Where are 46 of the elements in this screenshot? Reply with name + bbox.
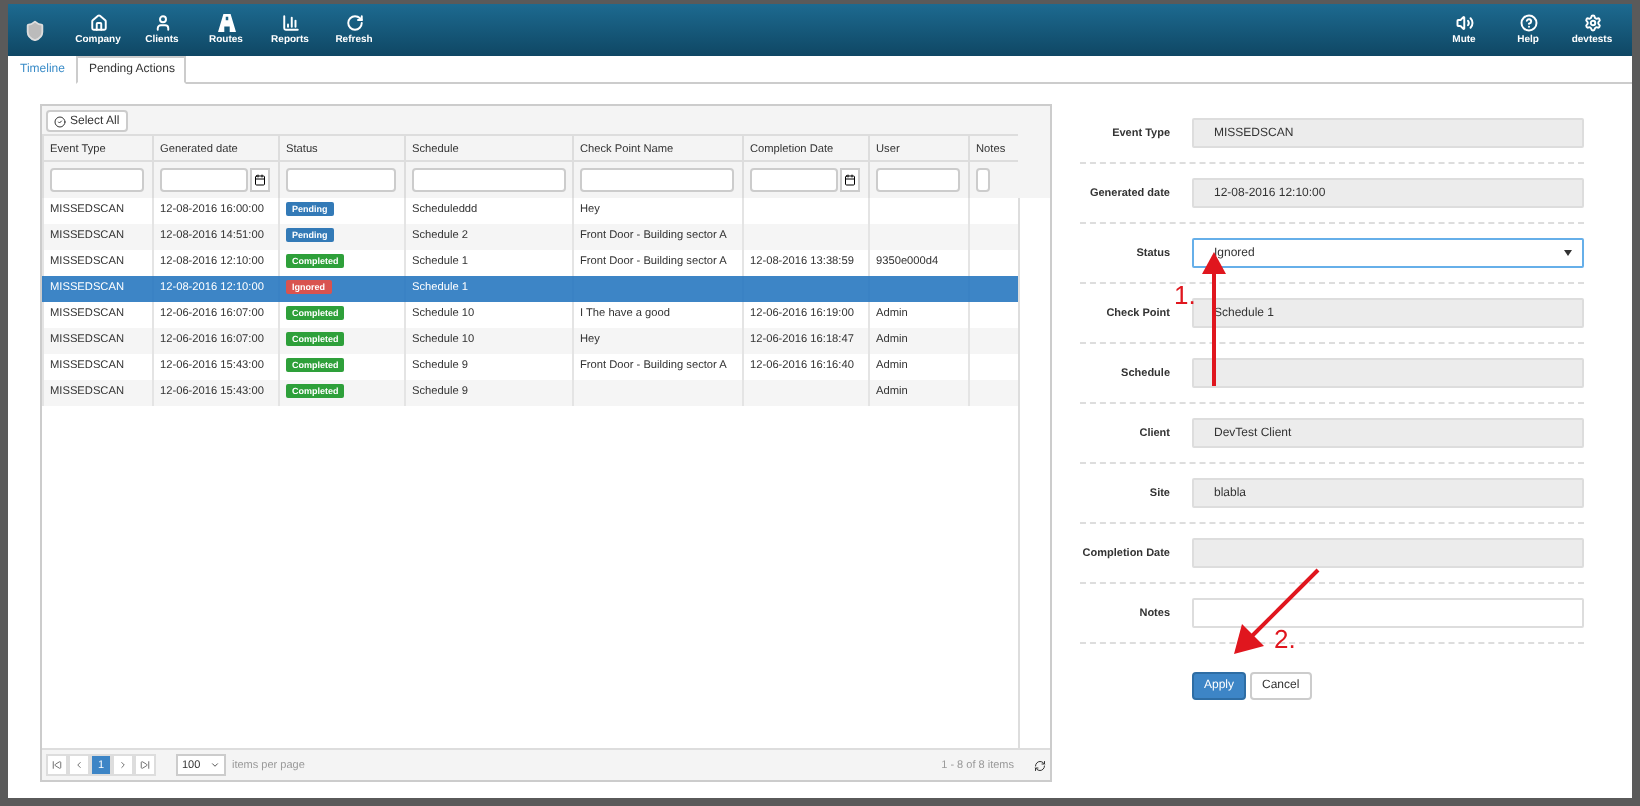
calendar-button[interactable] [840,168,860,192]
annotation-label: 2. [1274,624,1296,654]
road-icon [217,14,235,32]
table-cell [968,224,1018,250]
calendar-icon [844,174,856,186]
user-icon [153,14,171,32]
input-field[interactable] [1192,538,1584,568]
refresh-icon[interactable] [1034,759,1046,771]
table-cell [868,224,968,250]
table-cell [742,380,868,406]
date-filter-field[interactable] [750,168,838,192]
previous-page-button[interactable] [68,754,90,776]
first-page-button[interactable] [46,754,68,776]
table-cell [742,224,868,250]
calendar-icon [254,174,266,186]
check-circle-icon [54,115,66,127]
home-icon [89,14,107,32]
refresh-icon [345,14,363,32]
filter-field[interactable] [976,168,990,192]
settings-icon [1583,14,1601,32]
skip-back-icon [52,760,62,770]
table-cell [968,328,1018,354]
filter-field[interactable] [580,168,734,192]
table-cell [968,276,1018,302]
volume-icon [1455,14,1473,32]
bar-chart-icon [281,14,299,32]
help-icon [1519,14,1537,32]
shield-logo-icon [24,19,46,41]
input-field[interactable] [1192,598,1584,628]
next-page-button[interactable] [112,754,134,776]
calendar-button[interactable] [250,168,270,192]
chevron-left-icon [74,760,84,770]
last-page-button[interactable] [134,754,156,776]
caret-icon [1564,250,1572,256]
skip-forward-icon [140,760,150,770]
date-filter-field[interactable] [160,168,248,192]
input-field[interactable] [1192,358,1584,388]
chevron-right-icon [118,760,128,770]
annotation-label: 1. [1174,280,1196,310]
caret-icon [210,760,220,770]
filter-field[interactable] [50,168,144,192]
scrollbar[interactable] [1018,198,1050,748]
filter-field[interactable] [286,168,396,192]
filter-field[interactable] [876,168,960,192]
annotation-arrow [1234,566,1322,654]
filter-field[interactable] [412,168,566,192]
